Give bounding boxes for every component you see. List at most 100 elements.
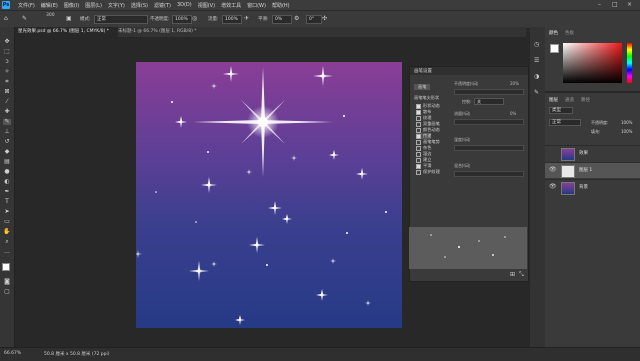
marquee-tool-icon[interactable]: ⬚	[3, 49, 11, 55]
brush-tab[interactable]: 画笔	[414, 84, 431, 90]
menu-edit[interactable]: 编辑(E)	[41, 2, 58, 9]
visibility-eye-icon[interactable]: 👁	[549, 183, 557, 190]
menu-plugins[interactable]: 增效工具	[221, 2, 241, 9]
angle-input[interactable]: 0°	[306, 15, 322, 24]
paths-tab[interactable]: 路径	[581, 97, 590, 103]
fill-value[interactable]: 100%	[621, 129, 632, 134]
layer-name: 效果	[579, 151, 588, 156]
brush-size[interactable]: 300	[46, 13, 55, 18]
brush-preview-toggle-icon[interactable]: ⤡	[519, 271, 524, 279]
option-protect-texture[interactable]: 保护纹理	[416, 169, 440, 175]
flow-jitter-label: 流量抖动	[454, 111, 470, 116]
menu-file[interactable]: 文件(F)	[18, 2, 35, 9]
opacity-jitter-slider[interactable]	[454, 89, 524, 95]
maximize-icon[interactable]: □	[612, 1, 618, 8]
layer-row-effect[interactable]: 效果	[545, 145, 640, 161]
mix-jitter-slider[interactable]	[454, 171, 524, 177]
brush-panel-icon[interactable]: ▣	[66, 15, 72, 22]
path-select-icon[interactable]: ➤	[3, 209, 11, 215]
settings-gear-icon[interactable]: ⚙	[294, 15, 299, 22]
layer-opacity-value[interactable]: 100%	[621, 120, 632, 125]
new-brush-icon[interactable]: ⊞	[510, 271, 515, 278]
tab-untitled[interactable]: 未标题-1 @ 66.7% (图层 1, RGB/8) *	[114, 27, 212, 37]
move-tool-icon[interactable]: ✥	[3, 39, 11, 45]
visibility-eye-icon[interactable]: 👁	[549, 166, 557, 173]
brush-tool-selected-icon[interactable]: ✎	[3, 119, 11, 125]
home-icon[interactable]: ⌂	[4, 15, 8, 22]
menu-help[interactable]: 帮助(H)	[272, 2, 290, 9]
small-stars	[136, 66, 387, 325]
swatches-tab[interactable]: 色板	[565, 30, 574, 36]
flow-label: 流量:	[208, 17, 219, 22]
hue-slider[interactable]	[627, 43, 632, 83]
gradient-icon[interactable]: ▤	[3, 159, 11, 165]
channels-tab[interactable]: 通道	[565, 97, 574, 103]
menu-filter[interactable]: 滤镜(T)	[154, 2, 171, 9]
document-tabs: 星光效果.psd @ 66.7% (图层 1, CMYK/8) * 未标题-1 …	[14, 27, 526, 37]
blend-mode-select[interactable]: 正常	[549, 119, 581, 126]
lasso-tool-icon[interactable]: ↄ	[3, 59, 11, 65]
quick-select-icon[interactable]: ✧	[3, 69, 11, 75]
pressure-opacity-icon[interactable]: ◎	[192, 15, 197, 22]
dodge-icon[interactable]: ◐	[3, 179, 11, 185]
star-sparkles	[136, 66, 387, 325]
history-brush-icon[interactable]: ↺	[3, 139, 11, 145]
brush-settings-title[interactable]: 画笔设置	[414, 68, 432, 74]
document-canvas[interactable]	[136, 62, 402, 328]
opacity-label: 不透明度:	[150, 17, 170, 22]
tab-star-effect[interactable]: 星光效果.psd @ 66.7% (图层 1, CMYK/8) *	[14, 27, 118, 37]
properties-panel-icon[interactable]: ☰	[534, 57, 539, 64]
pen-tool-icon[interactable]: ✒	[3, 189, 11, 195]
frame-tool-icon[interactable]: ⊠	[3, 89, 11, 95]
zoom-level[interactable]: 66.67%	[4, 351, 21, 356]
close-icon[interactable]: ×	[627, 1, 632, 8]
layers-tab[interactable]: 图层	[549, 97, 558, 103]
eyedropper-icon[interactable]: ⁄	[3, 99, 11, 105]
menu-image[interactable]: 图像(I)	[64, 2, 79, 9]
blur-icon[interactable]: ●	[3, 169, 11, 175]
adjustments-panel-icon[interactable]: ◑	[534, 73, 539, 80]
foreground-chip[interactable]	[550, 44, 559, 53]
symmetry-icon[interactable]: ✣	[322, 15, 327, 22]
flow-jitter-slider[interactable]	[454, 119, 524, 125]
flow-input[interactable]: 100%	[222, 15, 242, 24]
menu-select[interactable]: 选择(S)	[131, 2, 148, 9]
clone-stamp-icon[interactable]: ⊥	[3, 129, 11, 135]
airbrush-icon[interactable]: ✈	[244, 15, 249, 22]
preview-sparkles	[430, 234, 506, 258]
color-tab[interactable]: 颜色	[549, 30, 558, 36]
screen-mode-icon[interactable]: ▢	[3, 289, 11, 295]
menu-type[interactable]: 文字(Y)	[108, 2, 125, 9]
brush-tool-icon[interactable]: ✎	[22, 15, 27, 22]
layer-filter-kind[interactable]: 类型	[549, 107, 573, 114]
menu-window[interactable]: 窗口(W)	[247, 2, 266, 9]
control-select[interactable]: 关	[474, 98, 504, 105]
hand-tool-icon[interactable]: ✋	[3, 229, 11, 235]
eraser-icon[interactable]: ◆	[3, 149, 11, 155]
document-info[interactable]: 50.8 厘米 x 50.8 厘米 (72 ppi)	[44, 351, 110, 357]
quick-mask-icon[interactable]: ◙	[3, 279, 11, 285]
zoom-tool-icon[interactable]: ⌕	[3, 239, 11, 245]
more-tools-icon[interactable]: …	[3, 249, 11, 255]
brushes-panel-icon[interactable]: ✎	[534, 89, 539, 96]
type-tool-icon[interactable]: T	[3, 199, 11, 205]
minimize-icon[interactable]: –	[598, 1, 601, 8]
color-spectrum-field[interactable]	[563, 43, 622, 83]
layer-row-layer1[interactable]: 👁 图层 1	[545, 162, 640, 178]
brush-tip-shape-label[interactable]: 画笔笔尖形状	[414, 95, 439, 101]
menu-layer[interactable]: 图层(L)	[85, 2, 102, 9]
crop-tool-icon[interactable]: ⌗	[3, 79, 11, 85]
layer-row-background[interactable]: 👁 背景	[545, 179, 640, 195]
smooth-input[interactable]: 0%	[272, 15, 292, 24]
opacity-input[interactable]: 100%	[172, 15, 192, 24]
history-panel-icon[interactable]: ◷	[534, 41, 539, 48]
wetness-jitter-slider[interactable]	[454, 145, 524, 151]
fill-label: 填充:	[591, 129, 601, 134]
mode-select[interactable]: 正常	[94, 15, 148, 24]
menu-view[interactable]: 视图(V)	[198, 2, 215, 9]
healing-brush-icon[interactable]: ✚	[3, 109, 11, 115]
foreground-color-swatch[interactable]	[2, 263, 10, 271]
shape-tool-icon[interactable]: ▭	[3, 219, 11, 225]
layer-thumbnail	[561, 148, 575, 161]
menu-3d[interactable]: 3D(D)	[177, 2, 192, 8]
